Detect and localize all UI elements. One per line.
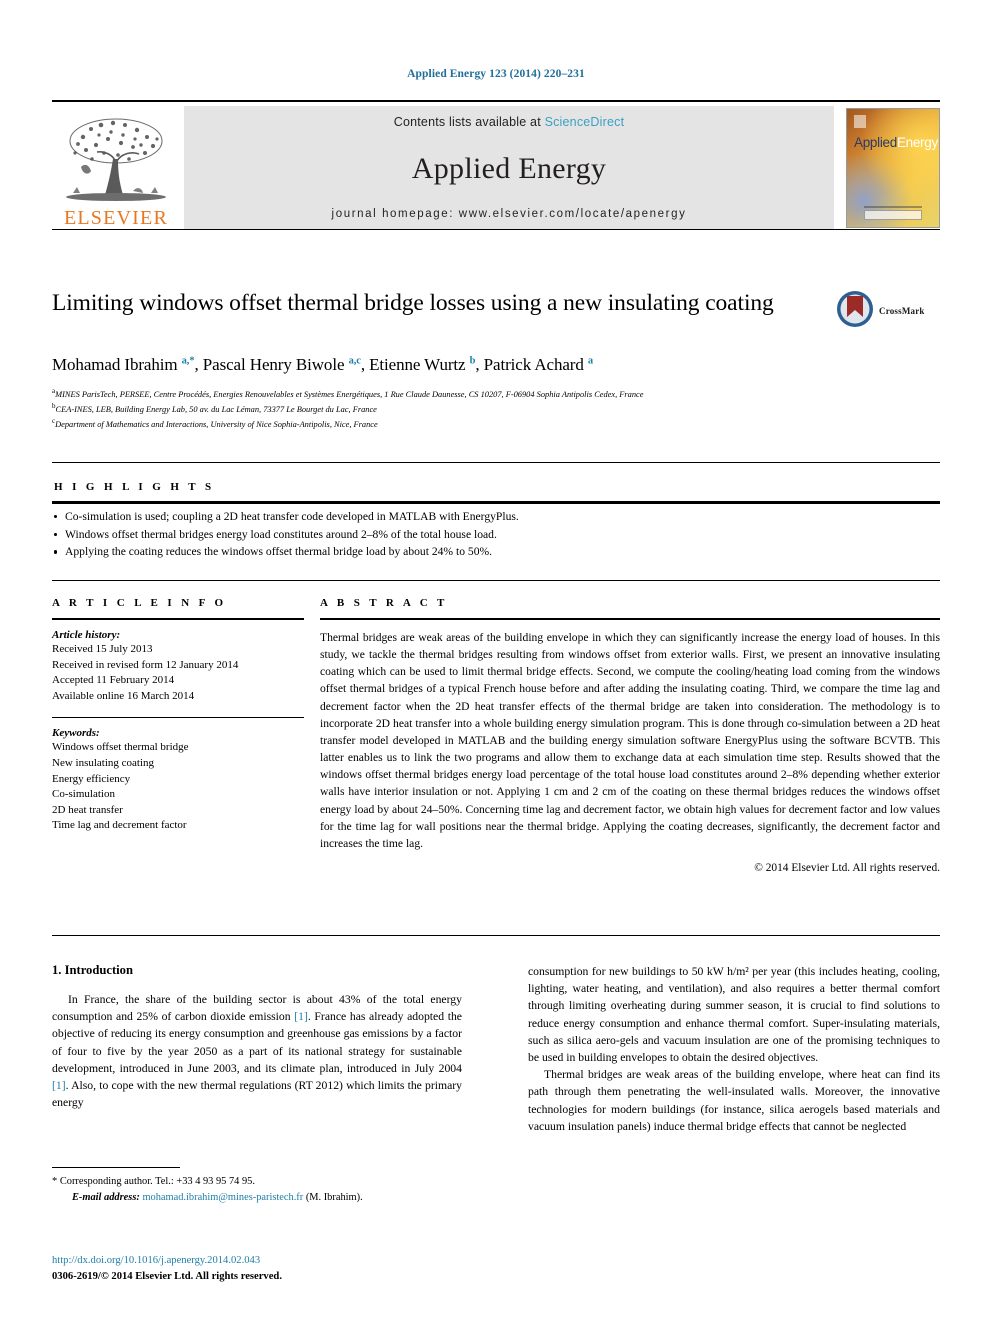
affiliation-c: cDepartment of Mathematics and Interacti…	[52, 416, 932, 431]
keyword-item: 2D heat transfer	[52, 803, 123, 816]
affiliation-text-a: MINES ParisTech, PERSEE, Centre Procédés…	[55, 389, 644, 399]
keyword-item: New insulating coating	[52, 757, 155, 770]
crossmark-badge[interactable]: CrossMark	[836, 288, 936, 334]
footnote-rule	[52, 1167, 180, 1168]
journal-title: Applied Energy	[411, 151, 607, 185]
cover-elsevier-icon	[854, 115, 866, 128]
journal-masthead: ELSEVIER Contents lists available at Sci…	[52, 100, 940, 230]
journal-cover-block: AppliedEnergy	[840, 106, 940, 230]
info-top-rule	[52, 580, 940, 581]
article-info-column: A R T I C L E I N F O Article history: R…	[52, 597, 304, 834]
keyword-item: Co-simulation	[52, 788, 115, 801]
doi-link[interactable]: http://dx.doi.org/10.1016/j.apenergy.201…	[52, 1253, 512, 1269]
copyright-line: © 2014 Elsevier Ltd. All rights reserved…	[754, 862, 940, 875]
abstract-heading: A B S T R A C T	[320, 597, 448, 609]
keywords-label: Keywords:	[52, 727, 100, 740]
masthead-center-panel: Contents lists available at ScienceDirec…	[184, 106, 834, 230]
cover-title: AppliedEnergy	[854, 135, 938, 150]
citation-ref-2[interactable]: [1]	[52, 1079, 66, 1092]
abstract-column: A B S T R A C T Thermal bridges are weak…	[320, 597, 940, 874]
email-link[interactable]: mohamad.ibrahim@mines-paristech.fr	[142, 1192, 303, 1203]
paper-page: Applied Energy 123 (2014) 220–231 ELSEVI…	[0, 0, 992, 1323]
contents-available-line: Contents lists available at ScienceDirec…	[394, 115, 625, 129]
intro-paragraph-1: In France, the share of the building sec…	[52, 991, 462, 1111]
author-list: Mohamad Ibrahim a,*, Pascal Henry Biwole…	[52, 355, 594, 374]
corresponding-author-line: * Corresponding author. Tel.: +33 4 93 9…	[52, 1174, 472, 1190]
article-info-divider	[52, 717, 304, 719]
highlights-list: Co-simulation is used; coupling a 2D hea…	[54, 508, 934, 561]
highlight-item: Applying the coating reduces the windows…	[54, 543, 934, 561]
issn-copyright-line: 0306-2619/© 2014 Elsevier Ltd. All right…	[52, 1270, 282, 1282]
sciencedirect-link[interactable]: ScienceDirect	[545, 115, 625, 129]
title-block: Limiting windows offset thermal bridge l…	[52, 288, 832, 318]
journal-homepage-link[interactable]: journal homepage: www.elsevier.com/locat…	[332, 208, 687, 220]
email-label: E-mail address:	[72, 1191, 140, 1203]
highlights-top-rule	[52, 462, 940, 463]
intro-text-c: . Also, to cope with the new thermal reg…	[52, 1079, 462, 1110]
citation-ref-1[interactable]: [1]	[294, 1010, 308, 1023]
email-owner: (M. Ibrahim).	[305, 1191, 363, 1203]
elsevier-tree-icon	[61, 115, 171, 207]
elsevier-logo: ELSEVIER	[52, 106, 180, 230]
affiliation-list: aMINES ParisTech, PERSEE, Centre Procédé…	[52, 386, 932, 430]
masthead-bottom-rule	[52, 229, 940, 230]
highlight-item: Windows offset thermal bridges energy lo…	[54, 526, 934, 544]
affiliation-b: bCEA-INES, LEB, Building Energy Lab, 50 …	[52, 401, 932, 416]
article-history-label: Article history:	[52, 629, 121, 641]
keyword-item: Time lag and decrement factor	[52, 819, 187, 832]
intro-paragraph-2: Thermal bridges are weak areas of the bu…	[528, 1068, 940, 1133]
footnote-block: * Corresponding author. Tel.: +33 4 93 9…	[52, 1174, 472, 1205]
abstract-text: Thermal bridges are weak areas of the bu…	[320, 631, 940, 850]
body-top-rule	[52, 935, 940, 936]
corresponding-marker: *	[52, 1176, 58, 1187]
affiliation-text-c: Department of Mathematics and Interactio…	[55, 419, 378, 429]
article-info-rule	[52, 618, 304, 620]
article-info-heading: A R T I C L E I N F O	[52, 597, 227, 609]
crossmark-label: CrossMark	[879, 306, 925, 316]
affiliation-a: aMINES ParisTech, PERSEE, Centre Procédé…	[52, 386, 932, 401]
journal-cover-thumbnail[interactable]: AppliedEnergy	[846, 108, 940, 228]
email-line: E-mail address: mohamad.ibrahim@mines-pa…	[52, 1190, 472, 1206]
contents-prefix: Contents lists available at	[393, 115, 541, 129]
journal-citation-line: Applied Energy 123 (2014) 220–231	[407, 68, 585, 80]
article-history-item: Received 15 July 2013	[52, 643, 153, 655]
elsevier-wordmark: ELSEVIER	[63, 207, 169, 229]
cover-title-part1: Applied	[854, 135, 897, 150]
keyword-item: Energy efficiency	[52, 772, 131, 785]
cover-title-part2: Energy	[896, 135, 938, 150]
article-history-item: Received in revised form 12 January 2014	[52, 658, 239, 671]
section-title-introduction: 1. Introduction	[52, 963, 133, 977]
corresponding-text: Corresponding author. Tel.: +33 4 93 95 …	[59, 1176, 255, 1187]
abstract-rule	[320, 618, 940, 620]
article-history-item: Available online 16 March 2014	[52, 689, 195, 702]
intro-paragraph-1-cont: consumption for new buildings to 50 kW h…	[528, 965, 940, 1065]
introduction-right-column: consumption for new buildings to 50 kW h…	[528, 963, 940, 1135]
crossmark-icon	[836, 290, 874, 333]
affiliation-text-b: CEA-INES, LEB, Building Energy Lab, 50 a…	[55, 404, 377, 414]
highlights-heading: H I G H L I G H T S	[54, 481, 215, 493]
page-title: Limiting windows offset thermal bridge l…	[52, 290, 774, 316]
footer-doi-block: http://dx.doi.org/10.1016/j.apenergy.201…	[52, 1253, 512, 1285]
highlights-underline-rule	[52, 501, 940, 504]
cover-footer-marks	[864, 206, 922, 220]
keyword-item: Windows offset thermal bridge	[52, 741, 189, 754]
article-history-item: Accepted 11 February 2014	[52, 674, 175, 687]
introduction-left-column: 1. Introduction In France, the share of …	[52, 963, 462, 1111]
highlight-item: Co-simulation is used; coupling a 2D hea…	[54, 508, 934, 526]
